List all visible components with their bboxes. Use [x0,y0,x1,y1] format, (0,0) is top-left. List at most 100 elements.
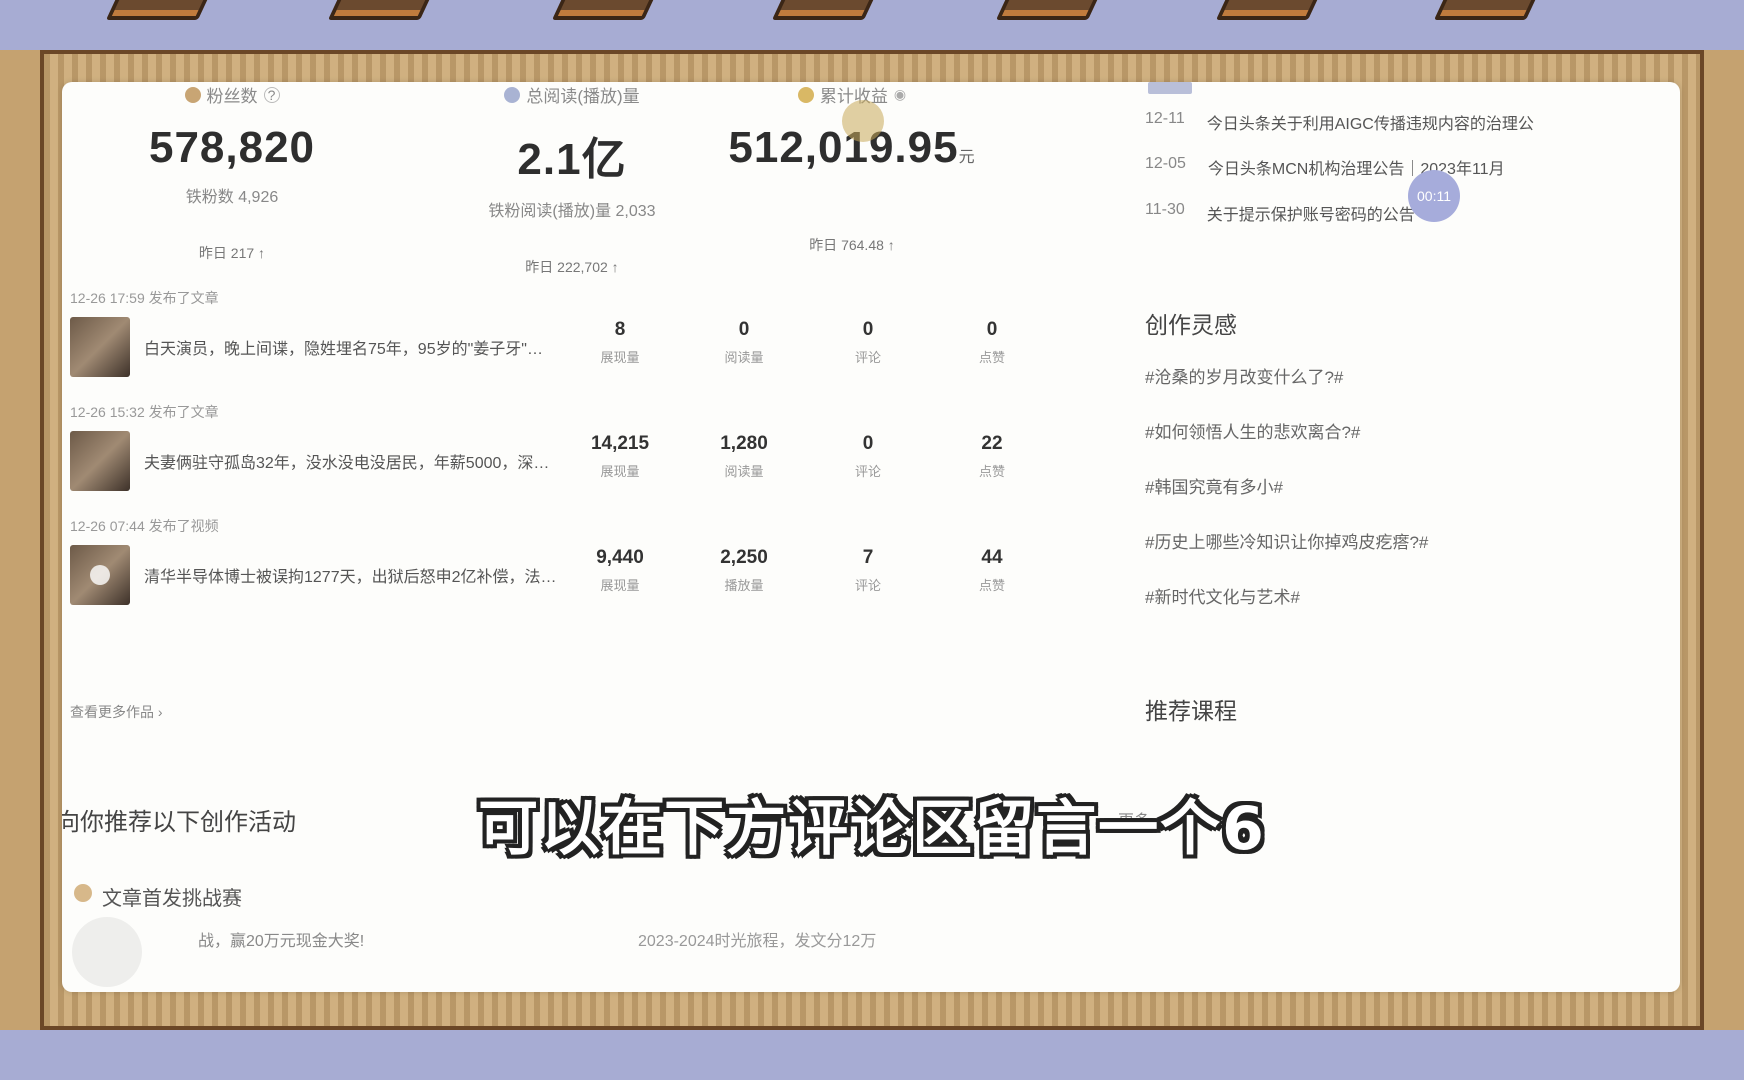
metric-label: 评论 [854,578,881,593]
decoration-block [551,0,657,20]
notice-date: 12-11 [1145,110,1185,127]
stat-sub: 铁粉阅读(播放)量 2,033 [488,203,656,220]
metric-impressions: 8 展现量 [570,319,670,366]
metric-label: 阅读量 [724,464,764,479]
recording-timer: 00:11 [1408,170,1460,222]
metric-impressions: 14,215 展现量 [570,433,670,480]
feed-meta: 12-26 07:44 发布了视频 [70,518,219,534]
article-thumbnail[interactable] [70,317,130,377]
metric-label: 展现量 [600,578,640,593]
notice-date: 12-05 [1145,155,1186,172]
metric-likes: 22 点赞 [942,433,1042,480]
metric-value: 2,250 [720,547,768,568]
inspiration-topic[interactable]: #韩国究竟有多小# [1145,473,1283,498]
metric-label: 点赞 [978,578,1005,593]
notice-text[interactable]: 今日头条MCN机构治理公告｜2023年11月 [1208,155,1505,179]
inspiration-topic[interactable]: #如何领悟人生的悲欢离合?# [1145,418,1360,443]
feed-title[interactable]: 夫妻俩驻守孤岛32年，没水没电没居民，年薪5000，深… [144,449,604,473]
metric-label: 播放量 [724,578,764,593]
decoration-block [771,0,877,20]
stat-yesterday: 昨日 764.48 ↑ [809,237,895,253]
metric-value: 7 [862,547,874,568]
metric-value: 0 [986,319,998,340]
metric-plays: 2,250 播放量 [694,547,794,594]
metric-reads: 0 阅读量 [694,319,794,366]
metric-value: 9,440 [596,547,644,568]
frame-left-edge [0,50,40,1030]
feed-title[interactable]: 白天演员，晚上间谍，隐姓埋名75年，95岁的"姜子牙"… [144,335,604,359]
stat-label-text: 总阅读(播放)量 [526,87,640,106]
inspiration-topic[interactable]: #历史上哪些冷知识让你掉鸡皮疙瘩?# [1145,528,1428,553]
metric-likes: 44 点赞 [942,547,1042,594]
view-more-works-link[interactable]: 查看更多作品 › [70,702,163,722]
metric-value: 44 [981,547,1003,568]
play-icon [90,565,110,585]
inspiration-topic[interactable]: #新时代文化与艺术# [1145,583,1300,608]
stat-label: 粉丝数 ? [122,82,342,107]
stat-yesterday: 昨日 222,702 ↑ [525,259,619,275]
metric-label: 展现量 [600,464,640,479]
inspiration-topic[interactable]: #沧桑的岁月改变什么了?# [1145,363,1343,388]
frame-right-edge [1704,50,1744,1030]
activity-desc-secondary: 2023-2024时光旅程，发文分12万 [638,933,877,950]
stat-unit: 元 [958,149,976,166]
video-subtitle: 可以在下方评论区留言一个6 [478,794,1266,864]
metric-value: 0 [862,319,874,340]
notice-text[interactable]: 关于提示保护账号密码的公告 [1207,201,1415,225]
metric-label: 评论 [854,464,881,479]
bottom-decoration-strip [0,1030,1744,1080]
stat-value: 2.1亿 [517,135,627,184]
stat-yesterday: 昨日 217 ↑ [198,245,266,261]
metric-label: 展现量 [600,350,640,365]
stat-total-reads[interactable]: 总阅读(播放)量 2.1亿 铁粉阅读(播放)量 2,033 昨日 222,702… [442,82,702,277]
metric-value: 14,215 [590,433,650,454]
courses-heading: 推荐课程 [1145,698,1237,724]
feed-meta: 12-26 17:59 发布了文章 [70,290,219,306]
decoration-block [995,0,1101,20]
metric-label: 评论 [854,350,881,365]
stat-label: 总阅读(播放)量 [442,82,702,107]
metric-value: 22 [981,433,1003,454]
activity-desc: 战，赢20万元现金大奖! [198,933,365,950]
eye-icon[interactable]: ◉ [894,86,906,103]
metric-comments: 7 评论 [818,547,918,594]
decoration-block [105,0,211,20]
metric-comments: 0 评论 [818,319,918,366]
notice-item[interactable]: 12-11 今日头条关于利用AIGC传播违规内容的治理公 [1145,110,1534,134]
notice-item[interactable]: 11-30 关于提示保护账号密码的公告 [1145,201,1415,225]
inspiration-heading: 创作灵感 [1145,312,1237,338]
article-thumbnail[interactable] [70,431,130,491]
metric-label: 点赞 [978,350,1005,365]
decoration-block [1215,0,1321,20]
activity-title[interactable]: 文章首发挑战赛 [102,882,242,911]
video-thumbnail[interactable] [70,545,130,605]
metric-likes: 0 点赞 [942,319,1042,366]
metric-value: 8 [614,319,626,340]
activity-decoration [72,917,142,987]
notice-tag [1148,82,1192,94]
notice-text[interactable]: 今日头条关于利用AIGC传播违规内容的治理公 [1207,110,1534,134]
cursor-highlight [842,100,884,142]
user-icon [184,86,201,103]
activity-icon [74,884,92,902]
stat-label-text: 粉丝数 [206,87,258,106]
decoration-block [327,0,433,20]
feed-title[interactable]: 清华半导体博士被误拘1277天，出狱后怒申2亿补偿，法… [144,563,604,587]
stat-followers[interactable]: 粉丝数 ? 578,820 铁粉数 4,926 昨日 217 ↑ [122,82,342,263]
notice-date: 11-30 [1145,201,1185,218]
metric-comments: 0 评论 [818,433,918,480]
feed-meta: 12-26 15:32 发布了文章 [70,404,219,420]
metric-label: 点赞 [978,464,1005,479]
help-icon[interactable]: ? [263,86,280,103]
top-decoration-strip [0,0,1744,50]
decoration-block [1433,0,1539,20]
stat-sub: 铁粉数 4,926 [185,189,279,206]
metric-value: 1,280 [720,433,768,454]
metric-impressions: 9,440 展现量 [570,547,670,594]
read-icon [504,86,521,103]
coin-icon [797,86,814,103]
metric-value: 0 [862,433,874,454]
metric-label: 阅读量 [724,350,764,365]
metric-reads: 1,280 阅读量 [694,433,794,480]
stat-value: 578,820 [148,123,316,172]
